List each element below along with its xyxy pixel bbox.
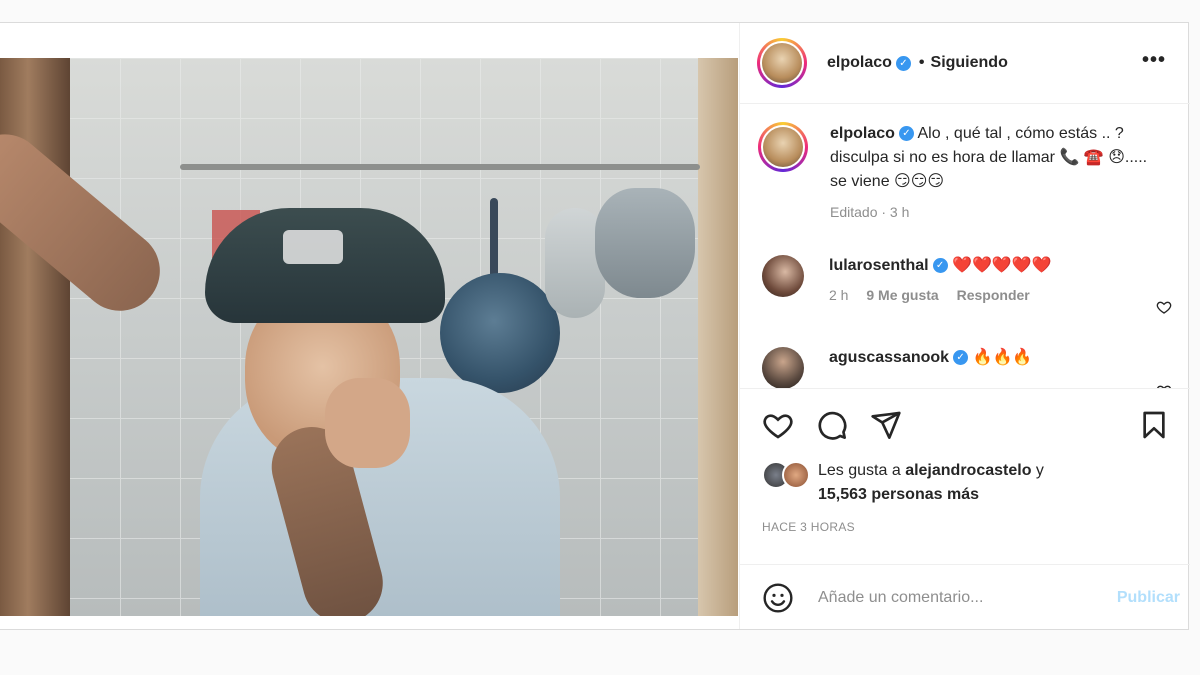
comment-like-icon[interactable] [1156,299,1172,315]
verified-badge-icon: ✓ [932,258,948,274]
photo-cap-badge [283,230,343,264]
likes-prefix: Les gusta a [818,462,901,479]
comment-bubble-icon[interactable] [816,409,848,441]
post-header: elpolaco ✓ • Siguiendo ••• [740,23,1190,104]
photo-pan-handle [490,198,498,278]
header-separator: • [918,54,925,71]
likes-joiner: y [1035,462,1044,479]
likers-avatars[interactable] [762,459,812,489]
following-button[interactable]: Siguiendo [931,54,1008,72]
post-photo[interactable] [0,58,738,616]
caption-username[interactable]: elpolaco [830,125,895,142]
add-comment-bar: Publicar [740,564,1190,630]
post-sidebar: elpolaco ✓ • Siguiendo ••• elpolaco ✓ Alo… [739,23,1190,629]
comment-item: aguscassanook ✓ 🔥🔥🔥 [762,347,1182,388]
comment-input[interactable] [816,587,1080,608]
comments-section[interactable]: elpolaco ✓ Alo , qué tal , cómo estás .. … [740,104,1190,388]
verified-badge-icon: ✓ [953,350,969,366]
comment-username[interactable]: aguscassanook [829,349,949,366]
verified-badge-icon: ✓ [898,126,914,142]
caption: elpolaco ✓ Alo , qué tal , cómo estás .. … [758,122,1150,224]
emoji-smiley-icon[interactable] [762,582,794,614]
photo-right-frame [698,58,738,616]
share-send-icon[interactable] [870,409,902,441]
reply-button[interactable]: Responder [957,287,1030,303]
comment-username[interactable]: lularosenthal [829,257,929,274]
instagram-post: elpolaco ✓ • Siguiendo ••• elpolaco ✓ Alo… [0,22,1190,630]
comment-text: 🔥🔥🔥 [972,349,1033,366]
comment-item: lularosenthal ✓ ❤️❤️❤️❤️❤️ 2 h 9 Me gusta… [762,255,1182,314]
author-username[interactable]: elpolaco [827,54,892,72]
likes-username[interactable]: alejandrocastelo [905,462,1031,479]
commenter-avatar[interactable] [762,255,804,297]
commenter-avatar[interactable] [762,347,804,388]
liker-avatar [782,461,810,489]
post-timestamp[interactable]: HACE 3 HORAS [762,520,855,534]
likes-others-count[interactable]: 15,563 personas más [818,486,979,503]
photo-utensil-rail [180,164,700,170]
comment-text: ❤️❤️❤️❤️❤️ [952,257,1052,274]
photo-wok [440,273,560,393]
photo-hand-with-phone [325,378,410,468]
more-options-icon[interactable]: ••• [1142,49,1166,72]
verified-badge-icon: ✓ [895,55,911,71]
author-avatar[interactable] [757,38,807,88]
caption-avatar[interactable] [758,122,808,172]
publish-button[interactable]: Publicar [1117,589,1180,607]
comment-time[interactable]: 2 h [829,287,848,303]
photo-person-cap [205,208,445,323]
caption-edited-time: Editado · 3 h [830,204,910,220]
like-heart-icon[interactable] [762,409,794,441]
save-bookmark-icon[interactable] [1138,409,1170,441]
likes-summary: Les gusta a alejandrocastelo y 15,563 pe… [762,459,1044,507]
action-bar [740,388,1190,449]
comment-likes[interactable]: 9 Me gusta [866,287,938,303]
photo-pot [595,188,695,298]
